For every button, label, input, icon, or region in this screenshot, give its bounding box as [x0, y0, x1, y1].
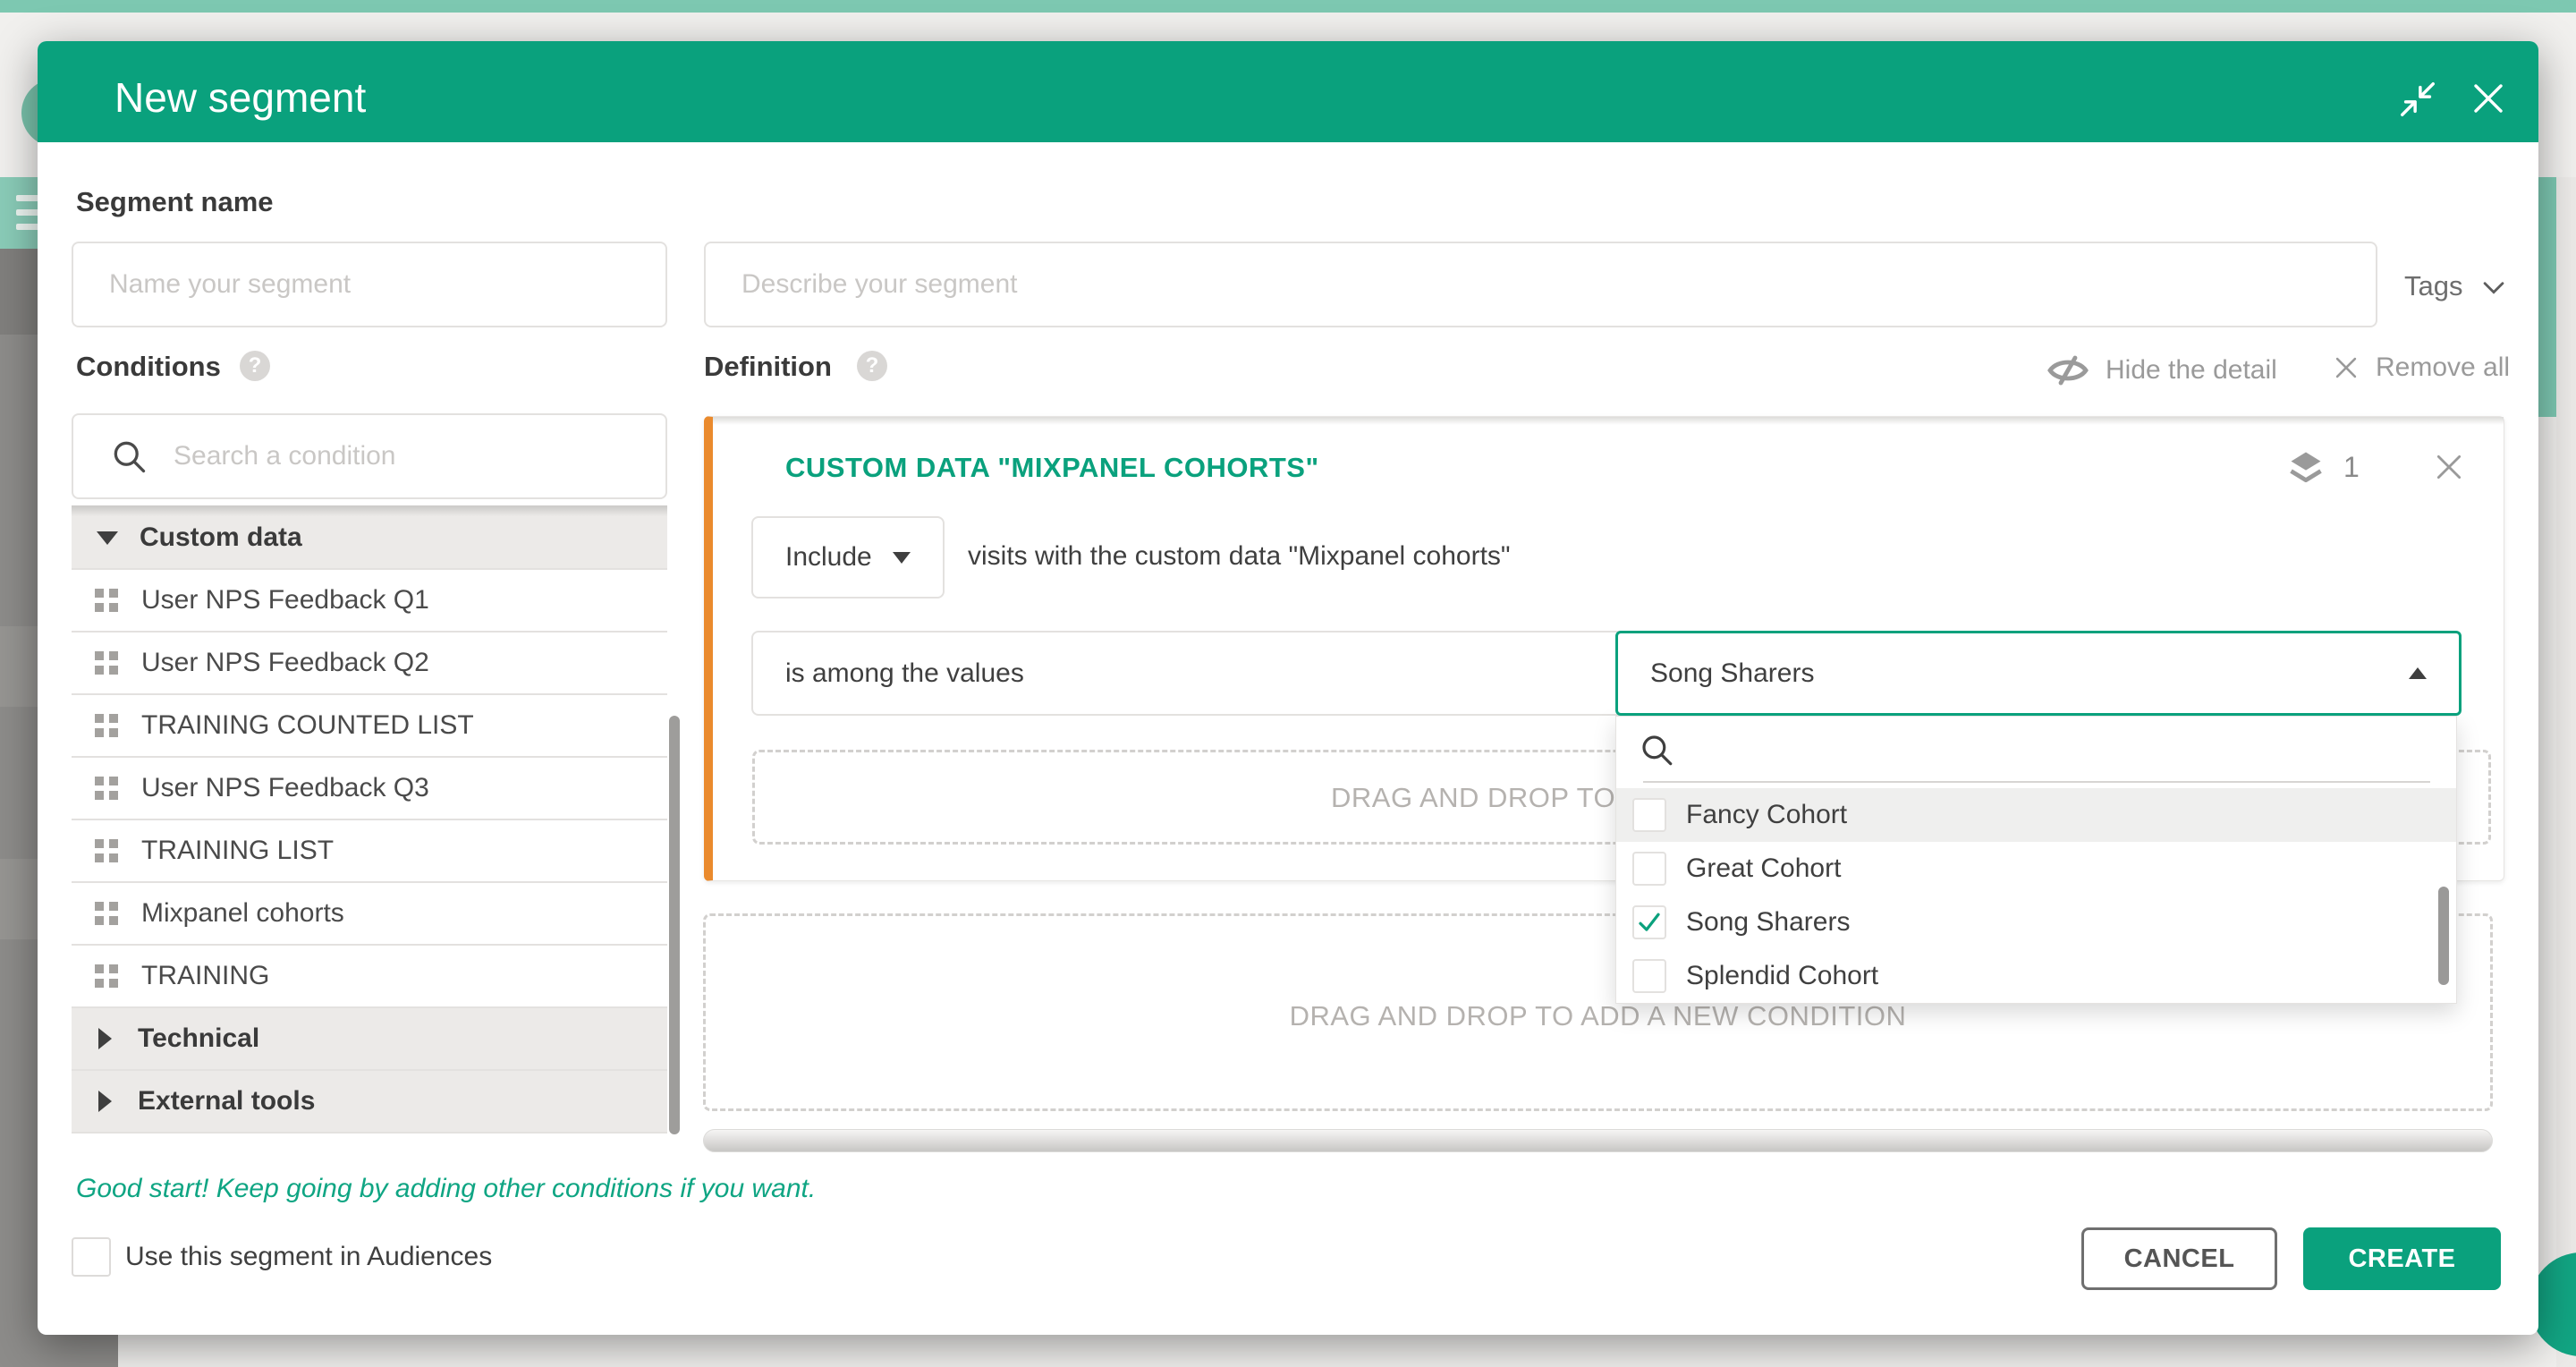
- values-dropdown-panel: Fancy Cohort Great Cohort Song Sharers S…: [1615, 716, 2457, 1004]
- option-label: Fancy Cohort: [1686, 800, 1847, 830]
- stack-count: 1: [2343, 451, 2360, 484]
- include-value: Include: [785, 542, 872, 573]
- condition-item[interactable]: User NPS Feedback Q2: [72, 633, 667, 695]
- values-select[interactable]: Song Sharers: [1615, 631, 2462, 716]
- create-button[interactable]: CREATE: [2303, 1227, 2501, 1290]
- option-splendid-cohort[interactable]: Splendid Cohort: [1616, 949, 2456, 1003]
- condition-item[interactable]: Mixpanel cohorts: [72, 883, 667, 946]
- segment-name-input[interactable]: [72, 242, 667, 327]
- checkbox-unchecked[interactable]: [1632, 959, 1666, 993]
- checkbox-unchecked[interactable]: [1632, 798, 1666, 832]
- divider: [1643, 781, 2430, 783]
- option-label: Great Cohort: [1686, 853, 1841, 884]
- checkbox-unchecked[interactable]: [1632, 852, 1666, 886]
- option-label: Splendid Cohort: [1686, 961, 1878, 991]
- background-right-strip: [2538, 177, 2556, 417]
- option-fancy-cohort[interactable]: Fancy Cohort: [1616, 788, 2456, 842]
- search-icon: [109, 437, 148, 476]
- help-icon[interactable]: ?: [857, 351, 887, 381]
- option-label: Song Sharers: [1686, 907, 1850, 938]
- values-select-value: Song Sharers: [1650, 658, 1814, 689]
- condition-sentence: visits with the custom data "Mixpanel co…: [968, 541, 1511, 572]
- condition-item[interactable]: TRAINING: [72, 946, 667, 1008]
- checkbox-checked[interactable]: [1632, 905, 1666, 939]
- drag-handle-icon: [95, 651, 118, 675]
- remove-all-label: Remove all: [2376, 352, 2510, 383]
- condition-list: Custom data User NPS Feedback Q1 User NP…: [72, 507, 667, 1134]
- condition-item[interactable]: User NPS Feedback Q1: [72, 570, 667, 633]
- drag-handle-icon: [95, 777, 118, 800]
- eye-off-icon: [2046, 352, 2089, 388]
- drag-handle-icon: [95, 589, 118, 612]
- condition-search-placeholder: Search a condition: [174, 441, 396, 471]
- condition-item[interactable]: TRAINING LIST: [72, 820, 667, 883]
- condition-search-box[interactable]: Search a condition: [72, 413, 667, 499]
- option-great-cohort[interactable]: Great Cohort: [1616, 842, 2456, 896]
- layers-icon: [2286, 447, 2326, 487]
- group-label: External tools: [138, 1086, 315, 1117]
- values-options: Fancy Cohort Great Cohort Song Sharers S…: [1616, 788, 2456, 1003]
- group-label: Custom data: [140, 522, 302, 553]
- dropdown-scrollbar[interactable]: [2438, 887, 2449, 985]
- caret-down-icon: [97, 531, 118, 545]
- condition-item-label: TRAINING: [141, 961, 269, 991]
- background-top-bar: [0, 0, 2576, 13]
- option-song-sharers[interactable]: Song Sharers: [1616, 896, 2456, 949]
- x-icon: [2331, 352, 2361, 383]
- drag-handle-icon: [95, 964, 118, 988]
- condition-item-label: User NPS Feedback Q2: [141, 648, 429, 678]
- drag-handle-icon: [95, 902, 118, 925]
- condition-list-scrollbar[interactable]: [669, 716, 680, 1134]
- hide-detail-button[interactable]: Hide the detail: [2046, 352, 2277, 388]
- hide-detail-label: Hide the detail: [2106, 355, 2277, 386]
- background-right-panel: [2556, 177, 2576, 1367]
- group-label: Technical: [138, 1023, 259, 1054]
- card-top-shadow: [713, 417, 2504, 425]
- audiences-checkbox-label: Use this segment in Audiences: [125, 1242, 492, 1272]
- tags-dropdown[interactable]: Tags: [2404, 270, 2462, 302]
- tags-label: Tags: [2404, 270, 2462, 301]
- remove-all-button[interactable]: Remove all: [2331, 352, 2510, 383]
- operator-value: is among the values: [785, 658, 1024, 689]
- chevron-down-icon[interactable]: [2476, 272, 2512, 302]
- condition-item[interactable]: TRAINING COUNTED LIST: [72, 695, 667, 758]
- search-icon[interactable]: [1638, 731, 1675, 768]
- condition-group-external-tools[interactable]: External tools: [72, 1071, 667, 1134]
- drag-handle-icon: [95, 714, 118, 737]
- caret-right-icon: [98, 1091, 112, 1112]
- help-icon[interactable]: ?: [240, 351, 270, 381]
- definition-title: Definition: [704, 351, 832, 383]
- definition-horizontal-scrollbar[interactable]: [703, 1129, 2493, 1152]
- condition-stack[interactable]: 1: [2286, 447, 2360, 487]
- condition-item-label: User NPS Feedback Q1: [141, 585, 429, 616]
- list-top-shadow: [72, 505, 667, 516]
- condition-item-label: User NPS Feedback Q3: [141, 773, 429, 803]
- include-select[interactable]: Include: [751, 516, 945, 599]
- modal-title: New segment: [114, 73, 366, 122]
- caret-up-icon: [2409, 667, 2427, 679]
- condition-item-label: Mixpanel cohorts: [141, 898, 344, 929]
- caret-right-icon: [98, 1028, 112, 1049]
- remove-condition-icon[interactable]: [2431, 449, 2467, 485]
- minimize-icon[interactable]: [2397, 79, 2438, 120]
- condition-card-title: CUSTOM DATA "MIXPANEL COHORTS": [785, 452, 1319, 484]
- cancel-button[interactable]: CANCEL: [2081, 1227, 2277, 1290]
- segment-description-input[interactable]: [704, 242, 2377, 327]
- condition-item-label: TRAINING COUNTED LIST: [141, 710, 474, 741]
- new-condition-hint: DRAG AND DROP TO ADD A NEW CONDITION: [703, 1000, 2493, 1032]
- conditions-title: Conditions: [76, 351, 221, 383]
- modal-header: [38, 41, 2538, 142]
- segment-name-label: Segment name: [76, 186, 274, 218]
- progress-hint: Good start! Keep going by adding other c…: [76, 1174, 816, 1204]
- drag-handle-icon: [95, 839, 118, 862]
- caret-down-icon: [893, 552, 911, 564]
- check-icon: [1636, 909, 1663, 936]
- screen: New segment Segment name Tags Conditions…: [0, 0, 2576, 1367]
- condition-group-custom-data[interactable]: Custom data: [72, 507, 667, 570]
- condition-item[interactable]: User NPS Feedback Q3: [72, 758, 667, 820]
- close-icon[interactable]: [2467, 77, 2510, 120]
- condition-item-label: TRAINING LIST: [141, 836, 334, 866]
- audiences-checkbox[interactable]: [72, 1237, 111, 1277]
- condition-group-technical[interactable]: Technical: [72, 1008, 667, 1071]
